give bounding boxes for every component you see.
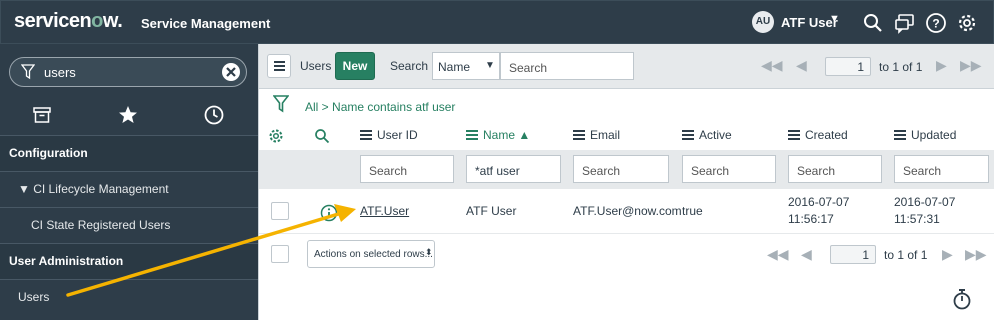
pagination-text: to 1 of 1 [879,60,923,74]
stopwatch-icon[interactable] [951,287,973,311]
pagination-text: to 1 of 1 [884,248,928,262]
navigator-tabs [0,97,258,134]
filter-icon[interactable] [273,95,289,113]
info-icon[interactable] [320,204,338,222]
table-row: ATF.User ATF User ATF.User@now.com true … [259,188,994,234]
archive-icon[interactable] [31,104,53,126]
breadcrumb-all[interactable]: All [305,100,318,114]
first-page-icon[interactable]: ◀◀ [761,57,783,74]
previous-page-icon[interactable]: ◀ [801,246,812,263]
funnel-icon [21,64,35,80]
nav-item-ci-lifecycle-management[interactable]: ▼ CI Lifecycle Management [0,171,258,207]
page-number-input[interactable]: 1 [825,57,871,76]
actions-on-selected-rows-select[interactable]: Actions on selected rows... ⬍ [307,240,435,268]
active-cell: true [682,204,703,218]
navigator-filter-value: users [44,65,76,80]
list-search-input[interactable]: Search [500,52,634,80]
first-page-icon[interactable]: ◀◀ [767,246,789,263]
select-all-checkbox[interactable] [271,245,289,263]
updated-search-input[interactable]: Search [894,155,989,183]
column-header-updated[interactable]: Updated [894,128,956,146]
clock-icon[interactable] [203,104,225,126]
email-search-input[interactable]: Search [573,155,669,183]
created-time-cell: 11:56:17 [788,212,834,226]
page-number-input[interactable]: 1 [830,245,876,264]
breadcrumb-condition[interactable]: Name contains atf user [332,100,455,114]
last-page-icon[interactable]: ▶▶ [960,57,982,74]
caret-down-icon: ▼ [485,60,495,71]
nav-item-ci-state-registered-users[interactable]: CI State Registered Users [0,207,258,243]
nav-section-configuration[interactable]: Configuration [0,135,258,171]
chat-icon[interactable] [894,12,916,34]
nav-item-users[interactable]: Users [0,279,258,315]
created-search-input[interactable]: Search [788,155,882,183]
servicenow-logo[interactable]: servicenow. [14,10,123,33]
last-page-icon[interactable]: ▶▶ [965,246,987,263]
column-header-user-id[interactable]: User ID [360,128,418,146]
nav-section-user-administration[interactable]: User Administration [0,243,258,279]
navigator-filter-input[interactable]: users [9,57,247,87]
star-icon[interactable] [117,104,139,126]
search-field-select[interactable]: Name ▼ [432,52,500,80]
user-id-search-input[interactable]: Search [360,155,454,183]
previous-page-icon[interactable]: ◀ [796,57,807,74]
name-search-input[interactable]: *atf user [466,155,561,183]
application-navigator: users Configuration ▼ CI Lifecycle Manag… [0,44,258,320]
column-header-active[interactable]: Active [682,128,732,146]
list-toolbar: Users New Search Name ▼ Search ◀◀ ◀ 1 to… [259,44,994,89]
product-title: Service Management [141,16,271,31]
column-search-icon[interactable] [314,128,330,144]
updated-time-cell: 11:57:31 [894,212,940,226]
updated-date-cell: 2016-07-07 [894,195,956,209]
column-header-email[interactable]: Email [573,128,620,146]
avatar[interactable]: AU [752,11,774,33]
search-icon[interactable] [862,12,884,34]
gear-icon[interactable] [956,12,978,34]
clear-icon[interactable] [221,62,241,82]
user-id-link[interactable]: ATF.User [360,204,409,218]
name-cell: ATF User [466,204,517,218]
caret-down-icon[interactable]: ▼ [829,13,840,25]
created-date-cell: 2016-07-07 [788,195,850,209]
active-search-input[interactable]: Search [682,155,776,183]
svg-text:?: ? [932,17,939,31]
personalize-list-gear-icon[interactable] [268,128,284,144]
column-search-row: Search *atf user Search Search Search Se… [259,150,994,188]
next-page-icon[interactable]: ▶ [942,246,953,263]
search-label: Search [390,59,429,73]
list-menu-button[interactable] [267,54,291,78]
list-title: Users [300,59,332,73]
top-banner: servicenow. Service Management AU ATF Us… [0,0,994,44]
next-page-icon[interactable]: ▶ [936,57,947,74]
column-header-name[interactable]: Name ▲ [466,128,530,146]
row-checkbox[interactable] [271,202,289,220]
column-header-created[interactable]: Created [788,128,848,146]
list-view: Users New Search Name ▼ Search ◀◀ ◀ 1 to… [258,44,994,320]
email-cell: ATF.User@now.com [573,204,682,218]
help-icon[interactable]: ? [925,12,947,34]
new-button[interactable]: New [335,52,375,80]
updown-caret-icon: ⬍ [425,247,433,257]
breadcrumb: All > Name contains atf user [305,100,456,114]
